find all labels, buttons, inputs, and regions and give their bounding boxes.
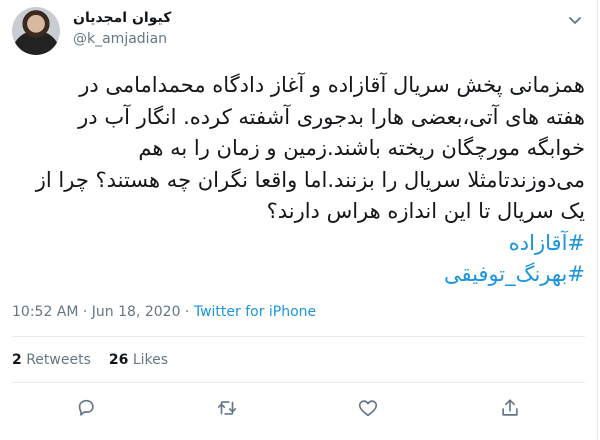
like-icon[interactable] bbox=[357, 397, 379, 419]
source-link[interactable]: Twitter for iPhone bbox=[194, 304, 316, 320]
likes-count: 26 bbox=[108, 352, 129, 368]
tweet-line: خوابگه مورچگان ریخته باشند.زمین و زمان ر… bbox=[138, 136, 585, 160]
user-handle[interactable]: @k_amjadian bbox=[73, 31, 167, 47]
tweet-meta: 10:52 AM · Jun 18, 2020 · Twitter for iP… bbox=[12, 304, 316, 320]
likes-stat[interactable]: 26 Likes bbox=[109, 352, 168, 368]
action-bar bbox=[0, 397, 598, 425]
tweet-line: هفته های آتی،بعضی هارا بدجوری آشفته کرده… bbox=[78, 104, 585, 129]
likes-label: Likes bbox=[132, 352, 169, 368]
hashtag-link[interactable]: #آقازاده bbox=[12, 228, 585, 260]
tweet-line: همزمانی پخش سریال آقازاده و آغاز دادگاه … bbox=[79, 73, 585, 97]
user-name[interactable]: کیوان امجدیان bbox=[73, 10, 171, 26]
divider bbox=[12, 382, 585, 383]
retweet-icon[interactable] bbox=[216, 397, 238, 419]
retweets-stat[interactable]: 2 Retweets bbox=[12, 352, 91, 368]
retweets-count: 2 bbox=[12, 352, 22, 368]
tweet-card: کیوان امجدیان @k_amjadian همزمانی پخش سر… bbox=[0, 0, 598, 440]
hashtag-link[interactable]: #بهرنگ_توفیقی bbox=[12, 259, 585, 291]
retweets-label: Retweets bbox=[26, 352, 91, 368]
divider bbox=[12, 336, 585, 337]
tweet-line: یک سریال تا این اندازه هراس دارند؟ bbox=[266, 199, 585, 223]
tweet-text: همزمانی پخش سریال آقازاده و آغاز دادگاه … bbox=[12, 70, 585, 291]
timestamp[interactable]: 10:52 AM · Jun 18, 2020 · bbox=[12, 304, 194, 320]
reply-icon[interactable] bbox=[75, 397, 97, 419]
caret-down-icon[interactable] bbox=[567, 12, 583, 28]
tweet-line: می‌دوزندتامثلا سریال را بزنند.اما واقعا … bbox=[35, 167, 585, 192]
avatar[interactable] bbox=[12, 7, 60, 55]
engagement-stats: 2 Retweets 26 Likes bbox=[12, 352, 168, 368]
share-icon[interactable] bbox=[499, 397, 521, 419]
